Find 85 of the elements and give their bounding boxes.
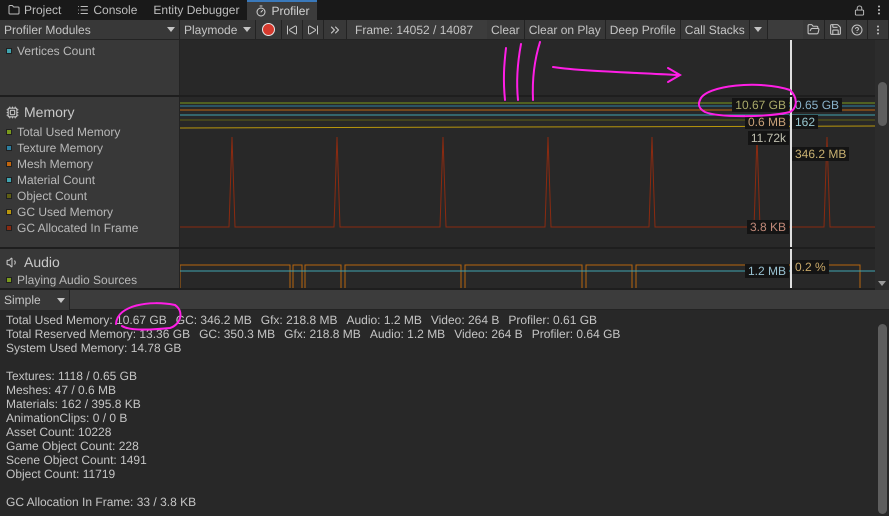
frame-cursor (790, 249, 792, 288)
next-frame-button[interactable] (303, 20, 324, 39)
toolbar-button[interactable]: Deep Profile (606, 20, 681, 39)
stat-text: Profiler: 0.64 GB (532, 327, 620, 341)
stat-text: Audio: 1.2 MB (370, 327, 446, 341)
call-stacks-button[interactable]: Call Stacks (680, 20, 750, 39)
value-label: 1.2 MB (744, 264, 789, 278)
frame-counter: Frame: 14052 / 14087 (354, 22, 474, 38)
stat-text: Profiler: 0.61 GB (508, 313, 598, 327)
module-title[interactable]: Audio (24, 252, 60, 272)
tab[interactable]: Profiler (247, 0, 318, 20)
legend-label[interactable]: GC Used Memory (17, 205, 114, 219)
caret-icon (167, 27, 175, 32)
legend-label[interactable]: Mesh Memory (17, 157, 94, 171)
stat-text: System Used Memory: 14.78 GB (6, 341, 182, 355)
scrollbar-thumb[interactable] (878, 82, 886, 126)
tab[interactable]: Project (0, 0, 70, 20)
open-folder-icon (807, 23, 820, 36)
caret-icon (243, 27, 251, 32)
help-button[interactable] (847, 20, 868, 39)
stat-text: Video: 264 B (454, 327, 523, 341)
modules-dropdown[interactable]: Profiler Modules (0, 20, 180, 39)
stat-text: Asset Count: 10228 (6, 425, 112, 439)
stat-text: Meshes: 47 / 0.6 MB (6, 383, 116, 397)
chart-area[interactable]: 1.2 MB 0.2 % (180, 249, 875, 288)
tab[interactable]: Console (69, 0, 146, 20)
legend-label[interactable]: Object Count (17, 189, 88, 203)
stat-text: Object Count: 11719 (6, 467, 116, 481)
stat-text: Game Object Count: 228 (6, 439, 139, 453)
save-icon (829, 23, 842, 36)
toolbar-button[interactable]: Clear on Play (524, 20, 606, 39)
frame-cursor (790, 40, 792, 95)
stat-text: Audio: 1.2 MB (346, 313, 422, 327)
stat-text: Scene Object Count: 1491 (6, 453, 147, 467)
module-title[interactable]: Memory (24, 102, 75, 122)
scrollbar-track[interactable] (875, 40, 889, 290)
lock-icon[interactable] (854, 5, 865, 16)
value-label: 0.2 % (792, 260, 829, 274)
playmode-dropdown[interactable]: Playmode (180, 20, 256, 39)
legend-label[interactable]: Material Count (17, 173, 96, 187)
value-label: 346.2 MB (792, 147, 850, 161)
stat-text: Gfx: 218.8 MB (260, 313, 338, 327)
tab[interactable]: Entity Debugger (145, 0, 248, 20)
call-stacks-dropdown[interactable] (750, 20, 768, 39)
legend-label[interactable]: Vertices Count (17, 44, 96, 58)
caret-icon (754, 27, 762, 32)
toolbar-button[interactable]: Clear (487, 20, 525, 39)
stat-text: GC: 350.3 MB (199, 327, 276, 341)
value-label: 11.72k (748, 131, 789, 145)
next-frame-icon (307, 24, 319, 36)
scroll-down-icon[interactable] (878, 281, 886, 286)
legend-label[interactable]: Playing Audio Sources (17, 273, 138, 287)
save-button[interactable] (825, 20, 847, 39)
legend-label[interactable]: Total Used Memory (17, 125, 120, 139)
chip-icon (6, 106, 19, 118)
value-label: 162 (792, 115, 818, 129)
value-label: 3.8 KB (746, 220, 789, 234)
value-label: 0.6 MB (744, 115, 789, 129)
marker-stroke (516, 43, 522, 101)
legend-label[interactable]: GC Allocated In Frame (17, 221, 138, 235)
speaker-icon (6, 256, 19, 268)
current-frame-button[interactable] (324, 20, 347, 39)
stat-text: Materials: 162 / 395.8 KB (6, 397, 141, 411)
stopwatch-icon (255, 5, 268, 17)
view-dropdown[interactable]: Simple (0, 290, 70, 310)
marker-stroke (532, 41, 541, 101)
menu-button[interactable] (868, 20, 889, 39)
help-icon (851, 24, 863, 36)
stat-text: AnimationClips: 0 / 0 B (6, 411, 128, 425)
stat-text: Total Used Memory: 10.67 GB (6, 313, 167, 327)
folder-icon (8, 4, 20, 16)
marker-stroke (502, 47, 507, 101)
load-button[interactable] (803, 20, 825, 39)
caret-icon (57, 298, 65, 302)
stat-text: Gfx: 218.8 MB (284, 327, 361, 341)
value-label: 10.67 GB (732, 98, 789, 112)
legend-label[interactable]: Texture Memory (17, 141, 104, 155)
scrollbar-thumb[interactable] (878, 324, 886, 514)
stat-text: Video: 264 B (430, 313, 500, 327)
stat-text: Textures: 1118 / 0.65 GB (6, 369, 137, 383)
stat-text: Total Reserved Memory: 13.36 GB (6, 327, 190, 341)
previous-frame-button[interactable] (282, 20, 303, 39)
stat-text: GC Allocation In Frame: 33 / 3.8 KB (6, 495, 196, 509)
previous-frame-icon (286, 24, 298, 36)
record-button[interactable] (256, 20, 282, 39)
